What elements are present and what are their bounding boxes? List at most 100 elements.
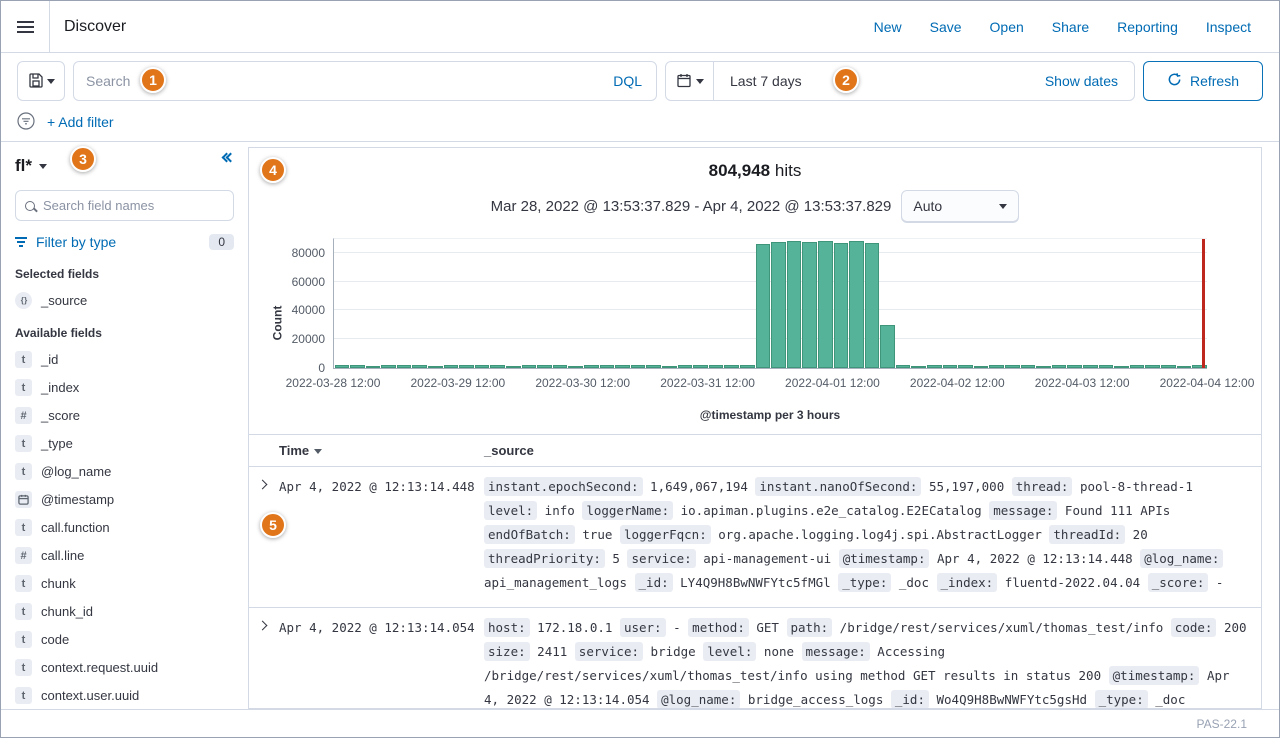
source-field-name: service: (575, 642, 643, 661)
index-pattern-select[interactable]: fl* (15, 156, 47, 176)
doc-table-header: Time _source (249, 435, 1261, 467)
field-item-chunk_id[interactable]: tchunk_id (15, 603, 234, 620)
field-name: _source (41, 293, 87, 308)
top-bar: Discover NewSaveOpenShareReportingInspec… (1, 1, 1279, 53)
show-dates-link[interactable]: Show dates (1045, 73, 1134, 89)
callout-badge-3: 3 (70, 146, 96, 172)
field-item-call.function[interactable]: tcall.function (15, 519, 234, 536)
field-name: context.request.uuid (41, 660, 158, 675)
field-item-chunk[interactable]: tchunk (15, 575, 234, 592)
histogram-bar (756, 244, 771, 368)
nav-link-reporting[interactable]: Reporting (1117, 19, 1178, 35)
dql-button[interactable]: DQL (599, 73, 656, 89)
calendar-button[interactable] (666, 62, 714, 100)
nav-link-inspect[interactable]: Inspect (1206, 19, 1251, 35)
field-name: _score (41, 408, 80, 423)
number-field-icon: # (15, 547, 32, 564)
source-field-name: @log_name: (657, 690, 740, 709)
field-name: call.function (41, 520, 110, 535)
y-axis-tick-label: 40000 (292, 303, 325, 317)
source-field-name: _type: (1095, 690, 1148, 709)
histogram-bar (444, 365, 459, 368)
histogram-bar (428, 366, 443, 368)
histogram-bar (537, 365, 552, 368)
callout-badge-5: 5 (260, 512, 286, 538)
refresh-button[interactable]: Refresh (1143, 61, 1263, 101)
expand-row-icon[interactable] (258, 480, 268, 490)
histogram-bar (834, 243, 849, 368)
collapse-sidebar-button[interactable] (223, 152, 234, 161)
filter-by-type-button[interactable]: Filter by type 0 (15, 234, 234, 250)
histogram-bar (1161, 365, 1176, 368)
histogram-bar (350, 365, 365, 368)
top-nav: New Save Open Share Reporting Inspect (874, 19, 1279, 35)
field-item-@timestamp[interactable]: @timestamp (15, 491, 234, 508)
histogram-bar (880, 325, 895, 368)
field-item-context.request.uuid[interactable]: tcontext.request.uuid (15, 659, 234, 676)
nav-link-save[interactable]: Save (930, 19, 962, 35)
histogram-plot: 020000400006000080000 (333, 238, 1207, 369)
histogram-bar (1145, 365, 1160, 368)
field-item-code[interactable]: tcode (15, 631, 234, 648)
field-item-_score[interactable]: #_score (15, 407, 234, 424)
y-axis-tick-label: 0 (318, 361, 325, 375)
time-column-sort-button[interactable]: Time (279, 443, 322, 458)
x-axis-tick-label: 2022-03-30 12:00 (535, 376, 630, 390)
time-range-display: Mar 28, 2022 @ 13:53:37.829 - Apr 4, 202… (491, 198, 892, 215)
nav-link-new[interactable]: New (874, 19, 902, 35)
histogram-bar (1052, 365, 1067, 368)
histogram-bar (1021, 365, 1036, 368)
source-field-name: instant.epochSecond: (484, 477, 643, 496)
y-axis-tick-label: 80000 (292, 246, 325, 260)
string-field-icon: t (15, 379, 32, 396)
field-item-_type[interactable]: t_type (15, 435, 234, 452)
field-item-context.user.uuid[interactable]: tcontext.user.uuid (15, 687, 234, 704)
field-item-_id[interactable]: t_id (15, 351, 234, 368)
histogram-bar (522, 365, 537, 368)
field-item-@log_name[interactable]: t@log_name (15, 463, 234, 480)
filter-bar: + Add filter (1, 109, 1279, 142)
range-row: Mar 28, 2022 @ 13:53:37.829 - Apr 4, 202… (249, 190, 1261, 222)
time-range-value[interactable]: Last 7 days (730, 73, 802, 89)
field-item-_source[interactable]: { }_source (15, 292, 234, 309)
expand-row-icon[interactable] (258, 621, 268, 631)
filter-icon (17, 112, 35, 133)
field-item-call.line[interactable]: #call.line (15, 547, 234, 564)
y-axis-tick-label: 20000 (292, 332, 325, 346)
source-field-name: message: (802, 642, 870, 661)
histogram-bar (397, 365, 412, 368)
saved-query-button[interactable] (17, 61, 65, 101)
source-field-name: @log_name: (1140, 549, 1223, 568)
discover-page: { "header": { "title": "Discover", "nav"… (0, 0, 1280, 738)
histogram-bar (678, 365, 693, 368)
histogram-bar (475, 365, 490, 368)
x-axis-tick-label: 2022-03-31 12:00 (660, 376, 755, 390)
search-icon (25, 201, 35, 211)
x-axis-tick-label: 2022-04-01 12:00 (785, 376, 880, 390)
histogram-bar (335, 365, 350, 368)
x-axis-tick-label: 2022-03-29 12:00 (410, 376, 505, 390)
string-field-icon: t (15, 435, 32, 452)
add-filter-link[interactable]: + Add filter (47, 114, 114, 130)
histogram-bar (818, 241, 833, 368)
field-name: chunk (41, 576, 76, 591)
source-field-name: endOfBatch: (484, 525, 575, 544)
nav-link-open[interactable]: Open (990, 19, 1024, 35)
source-field-name: loggerName: (582, 501, 673, 520)
source-field-name: message: (989, 501, 1057, 520)
histogram-bar (709, 365, 724, 368)
interval-select[interactable]: Auto (901, 190, 1019, 222)
filter-by-type-label: Filter by type (36, 234, 116, 250)
histogram-bar (1083, 365, 1098, 368)
histogram-bar (366, 366, 381, 368)
y-axis-tick-label: 60000 (292, 275, 325, 289)
main: 804,948 hits Mar 28, 2022 @ 13:53:37.829… (248, 142, 1279, 709)
menu-button[interactable] (1, 1, 50, 52)
nav-link-share[interactable]: Share (1052, 19, 1089, 35)
histogram-bar (693, 365, 708, 368)
source-field-name: level: (703, 642, 756, 661)
refresh-icon (1167, 72, 1182, 90)
field-search-input[interactable] (43, 198, 224, 213)
field-name: chunk_id (41, 604, 93, 619)
field-item-_index[interactable]: t_index (15, 379, 234, 396)
